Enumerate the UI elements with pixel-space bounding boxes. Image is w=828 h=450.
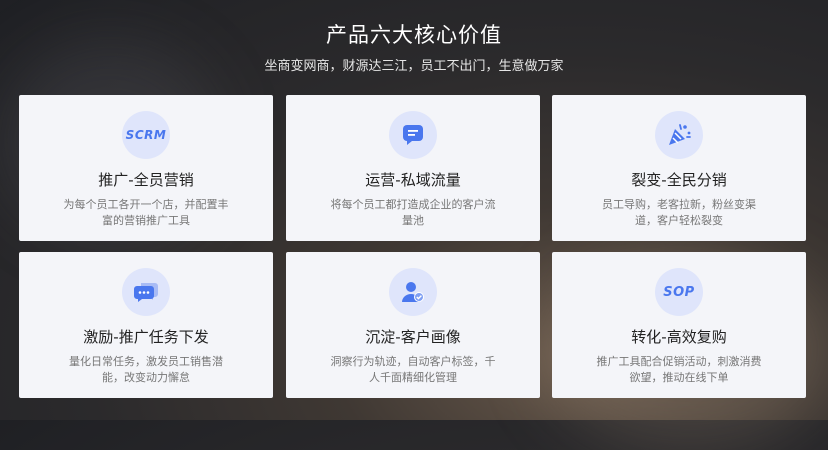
card-description: 将每个员工都打造成企业的客户流量池 <box>330 198 496 227</box>
scrm-badge-icon: SCRM <box>122 111 170 159</box>
message-dots-icon <box>122 268 170 316</box>
card-title: 沉淀-客户画像 <box>365 328 461 346</box>
sop-badge-icon: SOP <box>655 268 703 316</box>
card-description: 员工导购，老客拉新，粉丝变渠道，客户轻松裂变 <box>602 198 756 227</box>
card-title: 裂变-全民分销 <box>631 171 727 189</box>
card-description: 量化日常任务，激发员工销售潜能，改变动力懈怠 <box>69 355 223 384</box>
value-card-incentive[interactable]: 激励-推广任务下发 量化日常任务，激发员工销售潜能，改变动力懈怠 <box>19 252 273 398</box>
value-card-portrait[interactable]: 沉淀-客户画像 洞察行为轨迹，自动客户标签，千人千面精细化管理 <box>286 252 540 398</box>
chat-bubble-icon <box>389 111 437 159</box>
card-title: 激励-推广任务下发 <box>83 328 209 346</box>
party-popper-icon <box>655 111 703 159</box>
card-title: 推广-全员营销 <box>98 171 194 189</box>
value-card-fission[interactable]: 裂变-全民分销 员工导购，老客拉新，粉丝变渠道，客户轻松裂变 <box>552 95 806 241</box>
section-title: 产品六大核心价值 <box>326 23 502 47</box>
section-subtitle: 坐商变网商，财源达三江，员工不出门，生意做万家 <box>264 59 564 74</box>
card-description: 为每个员工各开一个店，并配置丰富的营销推广工具 <box>63 198 229 227</box>
value-card-promotion[interactable]: SCRM 推广-全员营销 为每个员工各开一个店，并配置丰富的营销推广工具 <box>19 95 273 241</box>
card-description: 推广工具配合促销活动，刺激消费欲望，推动在线下单 <box>596 355 762 384</box>
card-description: 洞察行为轨迹，自动客户标签，千人千面精细化管理 <box>330 355 496 384</box>
card-title: 运营-私域流量 <box>365 171 461 189</box>
value-card-conversion[interactable]: SOP 转化-高效复购 推广工具配合促销活动，刺激消费欲望，推动在线下单 <box>552 252 806 398</box>
card-title: 转化-高效复购 <box>631 328 727 346</box>
user-check-icon <box>389 268 437 316</box>
value-card-operation[interactable]: 运营-私域流量 将每个员工都打造成企业的客户流量池 <box>286 95 540 241</box>
